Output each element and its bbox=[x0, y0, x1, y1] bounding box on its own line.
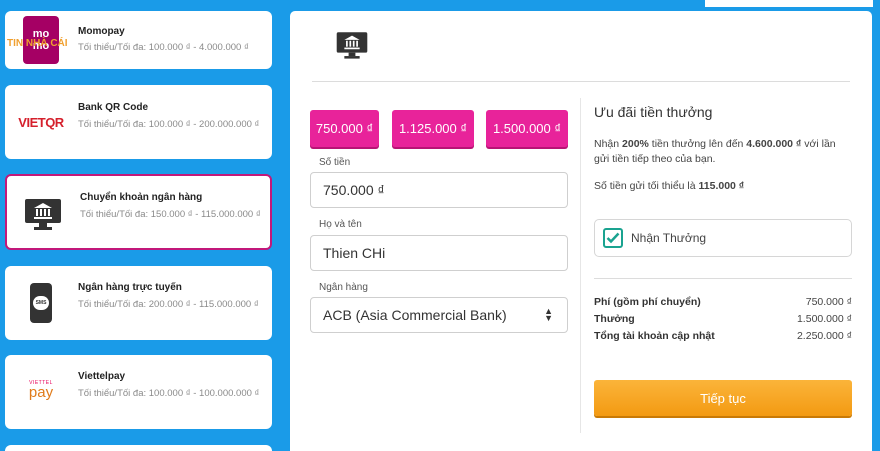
summary-value: 750.000 ₫ bbox=[805, 296, 852, 308]
continue-button[interactable]: Tiếp tục bbox=[594, 380, 852, 416]
bank-transfer-icon bbox=[15, 196, 71, 232]
viettelpay-logo-text: pay bbox=[28, 384, 54, 401]
method-momopay[interactable]: mo mo TIN NHÀ CÁI Momopay Tối thiểu/Tối … bbox=[5, 11, 272, 69]
method-name: Viettelpay bbox=[78, 371, 126, 382]
claim-bonus-checkbox[interactable]: Nhận Thưởng bbox=[594, 219, 852, 257]
bonus-max: 4.600.000 ₫ bbox=[746, 138, 802, 150]
summary-row-bonus: Thưởng 1.500.000 ₫ bbox=[594, 313, 852, 325]
amount-label: Số tiền bbox=[319, 157, 351, 168]
momo-logo-icon: mo mo TIN NHÀ CÁI bbox=[7, 13, 69, 67]
select-arrows-icon: ▲ ▼ bbox=[544, 306, 553, 323]
method-limit: Tối thiểu/Tối đa: 100.000 ₫ - 100.000.00… bbox=[78, 388, 260, 399]
bonus-desc-prefix: Nhận bbox=[594, 138, 623, 150]
method-limit: Tối thiểu/Tối đa: 100.000 ₫ - 4.000.000 … bbox=[78, 42, 249, 53]
method-bank-transfer[interactable]: Chuyển khoản ngân hàng Tối thiểu/Tối đa:… bbox=[5, 174, 272, 250]
min-deposit-text: Số tiền gửi tối thiểu là 115.000 ₫ bbox=[594, 180, 744, 192]
summary-value: 2.250.000 ₫ bbox=[796, 330, 852, 342]
method-limit: Tối thiểu/Tối đa: 100.000 ₫ - 200.000.00… bbox=[78, 119, 260, 130]
viettelpay-logo-icon: VIETTEL pay bbox=[13, 375, 69, 405]
min-value: 115.000 ₫ bbox=[698, 180, 745, 192]
summary-row-fee: Phí (gồm phí chuyển) 750.000 ₫ bbox=[594, 296, 852, 308]
claim-bonus-label: Nhận Thưởng bbox=[631, 231, 707, 245]
method-name: Ngân hàng trực tuyến bbox=[78, 282, 182, 293]
summary-label: Phí (gồm phí chuyển) bbox=[594, 296, 701, 308]
deposit-panel: 750.000 ₫ 1.125.000 ₫ 1.500.000 ₫ Số tiề… bbox=[290, 11, 872, 451]
summary-row-total: Tổng tài khoản cập nhật 2.250.000 ₫ bbox=[594, 330, 852, 342]
name-label: Họ và tên bbox=[319, 219, 362, 230]
vietqr-logo-text: VIETQR bbox=[18, 114, 64, 130]
column-divider bbox=[580, 98, 581, 433]
method-limit: Tối thiểu/Tối đa: 150.000 ₫ - 115.000.00… bbox=[80, 209, 261, 220]
watermark-text: TIN NHÀ CÁI bbox=[7, 38, 68, 49]
bank-label: Ngân hàng bbox=[319, 282, 368, 293]
bonus-percent: 200% bbox=[622, 138, 649, 150]
vietqr-logo-icon: VIETQR bbox=[13, 107, 69, 137]
mobile-sms-icon: SMS bbox=[13, 280, 69, 326]
amount-input[interactable]: 750.000 ₫ bbox=[310, 172, 568, 208]
min-prefix: Số tiền gửi tối thiểu là bbox=[594, 180, 699, 192]
summary-label: Thưởng bbox=[594, 313, 635, 325]
bonus-description: Nhận 200% tiền thưởng lên đến 4.600.000 … bbox=[594, 137, 844, 167]
method-limit: Tối thiểu/Tối đa: 200.000 ₫ - 115.000.00… bbox=[78, 299, 259, 310]
bank-select[interactable]: ACB (Asia Commercial Bank) ▲ ▼ bbox=[310, 297, 568, 333]
header-divider bbox=[312, 81, 850, 82]
amount-750000-button[interactable]: 750.000 ₫ bbox=[310, 110, 379, 147]
bonus-title: Ưu đãi tiền thưởng bbox=[594, 104, 713, 120]
method-online-banking[interactable]: SMS Ngân hàng trực tuyến Tối thiểu/Tối đ… bbox=[5, 266, 272, 340]
method-bank-qr[interactable]: VIETQR Bank QR Code Tối thiểu/Tối đa: 10… bbox=[5, 85, 272, 159]
amount-1125000-button[interactable]: 1.125.000 ₫ bbox=[392, 110, 474, 147]
bonus-desc-mid: tiền thưởng lên đến bbox=[648, 138, 747, 150]
bank-select-value: ACB (Asia Commercial Bank) bbox=[323, 307, 507, 323]
sms-text: SMS bbox=[35, 300, 47, 306]
summary-divider bbox=[594, 278, 852, 279]
amount-1500000-button[interactable]: 1.500.000 ₫ bbox=[486, 110, 568, 147]
method-name: Chuyển khoản ngân hàng bbox=[80, 192, 203, 203]
summary-label: Tổng tài khoản cập nhật bbox=[594, 330, 715, 342]
top-tab bbox=[705, 0, 873, 7]
checkbox-check-icon[interactable] bbox=[603, 228, 623, 248]
name-input[interactable]: Thien CHi bbox=[310, 235, 568, 271]
bank-header-icon bbox=[335, 30, 369, 65]
summary-value: 1.500.000 ₫ bbox=[796, 313, 852, 325]
method-partial[interactable] bbox=[5, 445, 272, 451]
method-name: Bank QR Code bbox=[78, 102, 149, 113]
method-viettelpay[interactable]: VIETTEL pay Viettelpay Tối thiểu/Tối đa:… bbox=[5, 355, 272, 429]
method-name: Momopay bbox=[78, 26, 125, 37]
